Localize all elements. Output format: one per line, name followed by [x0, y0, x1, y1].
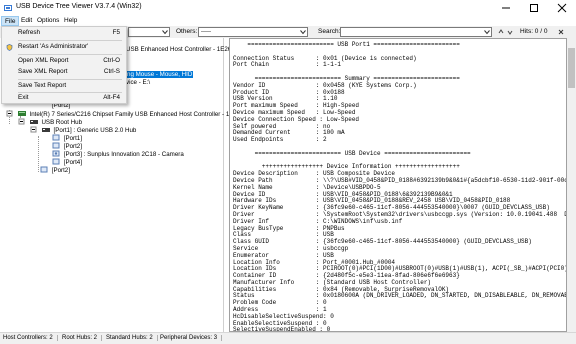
status-bar: Host Controllers: 2 Root Hubs: 2 Standar… — [0, 332, 576, 344]
menu-file[interactable]: File — [1, 16, 20, 26]
status-host-controllers: Host Controllers: 2 — [3, 335, 58, 341]
others-combo[interactable]: ----- — [198, 27, 308, 37]
menu-item-shortcut: F5 — [112, 29, 120, 36]
tree-port2-bottom[interactable]: [Port2] — [40, 166, 70, 174]
expand-icon[interactable] — [6, 110, 14, 117]
menu-item-exit[interactable]: Exit Alt-F4 — [2, 93, 126, 103]
menu-item-refresh[interactable]: Refresh F5 — [2, 28, 126, 38]
port-icon — [40, 166, 48, 173]
hub-icon — [29, 120, 38, 124]
window-title: USB Device Tree Viewer V3.7.4 (Win32) — [16, 3, 142, 10]
tree-label: USB Root Hub — [41, 119, 83, 126]
menu-item-save-xml[interactable]: Save XML Report Ctrl-S — [2, 67, 126, 77]
menu-edit[interactable]: Edit — [18, 16, 35, 26]
chevron-down-icon — [300, 30, 306, 35]
menu-item-shortcut: Ctrl-O — [103, 57, 120, 64]
search-label: Search: — [318, 28, 341, 35]
chevron-down-icon — [162, 30, 168, 35]
menu-help[interactable]: Help — [61, 16, 80, 26]
camera-device-icon — [52, 150, 60, 157]
menu-options[interactable]: Options — [34, 16, 62, 26]
tree-label: [Port4] — [63, 159, 82, 166]
tree-host-controller-2[interactable]: Intel(R) 7 Series/C216 Chipset Family US… — [6, 110, 241, 118]
expand-icon[interactable] — [30, 126, 38, 133]
tree-hub-port3-camera[interactable]: [Port3] : Sunplus Innovation 2C18 - Came… — [52, 150, 184, 158]
maximize-icon — [530, 4, 538, 12]
tree-hub-port4[interactable]: [Port4] — [52, 158, 82, 166]
chevron-down-icon — [484, 30, 490, 35]
device-details-panel[interactable]: ======================== USB Port1 =====… — [229, 38, 567, 332]
others-value: ----- — [201, 29, 211, 35]
menu-item-label: Exit — [18, 94, 29, 101]
tree-label: [Port3] : Sunplus Innovation 2C18 - Came… — [63, 151, 184, 158]
maximize-button[interactable] — [520, 0, 548, 16]
search-input[interactable] — [340, 27, 492, 37]
menu-item-save-text[interactable]: Save Text Report — [2, 81, 126, 91]
hits-counter: Hits: 0 / 0 — [520, 28, 548, 35]
tree-item-mass-storage[interactable]: vice - E:\ — [126, 79, 150, 87]
tree-label: ng Mouse - Mouse, HID — [126, 71, 194, 78]
menu-item-restart-admin[interactable]: Restart 'As Administrator' — [2, 42, 126, 52]
tree-label: [Port1] — [63, 135, 82, 142]
usb-app-icon — [4, 5, 12, 11]
minimize-button[interactable] — [492, 0, 520, 16]
close-search-icon[interactable] — [556, 27, 566, 37]
close-icon — [557, 3, 567, 13]
menu-item-label: Open XML Report — [18, 57, 69, 64]
tree-label: vice - E:\ — [126, 79, 151, 86]
status-root-hubs: Root Hubs: 2 — [62, 335, 103, 341]
tree-hub-port1[interactable]: [Port1] — [52, 134, 82, 142]
scrollbar-thumb[interactable] — [568, 48, 575, 88]
tree-label: [Port1] : Generic USB 2.0 Hub — [53, 127, 137, 134]
vertical-scrollbar[interactable] — [567, 38, 576, 332]
shield-icon — [6, 44, 13, 51]
tree-generic-hub[interactable]: [Port1] : Generic USB 2.0 Hub — [30, 126, 136, 134]
menu-item-open-xml[interactable]: Open XML Report Ctrl-O — [2, 56, 126, 66]
tree-label: USB Enhanced Host Controller - 1E26 — [126, 46, 232, 53]
tree-host-controller-1[interactable]: USB Enhanced Host Controller - 1E26 — [126, 46, 231, 54]
menu-item-shortcut: Alt-F4 — [103, 94, 120, 101]
port-icon — [52, 134, 60, 141]
tree-label: Intel(R) 7 Series/C216 Chipset Family US… — [29, 111, 242, 118]
menu-item-label: Save Text Report — [18, 82, 67, 89]
tree-root-hub[interactable]: USB Root Hub — [18, 118, 82, 126]
expand-icon[interactable] — [18, 118, 26, 125]
others-label: Others: — [176, 28, 198, 35]
tree-item-selected-mouse[interactable]: ng Mouse - Mouse, HID — [126, 71, 194, 79]
device-filter-combo[interactable] — [128, 27, 170, 37]
port-icon — [52, 142, 60, 149]
menu-item-label: Refresh — [18, 29, 41, 36]
device-details-text: ======================== USB Port1 =====… — [233, 41, 567, 332]
tree-hub-port2[interactable]: [Port2] — [52, 142, 82, 150]
tree-label: [Port2] — [63, 143, 82, 150]
controller-icon — [17, 111, 26, 116]
close-button[interactable] — [548, 0, 576, 16]
minimize-icon — [502, 7, 510, 9]
menu-item-label: Restart 'As Administrator' — [18, 43, 89, 50]
menu-bar: File Edit Options Help — [0, 16, 576, 26]
status-standard-hubs: Standard Hubs: 2 — [106, 335, 158, 341]
port-icon — [52, 158, 60, 165]
menu-item-label: Save XML Report — [18, 68, 68, 75]
status-peripheral-devices: Peripheral Devices: 3 — [160, 335, 223, 341]
hub-icon — [41, 128, 50, 132]
search-next-icon[interactable] — [505, 27, 515, 37]
tree-label: [Port2] — [51, 167, 70, 174]
menu-item-shortcut: Ctrl-S — [103, 68, 120, 75]
file-menu-dropdown: Refresh F5 Restart 'As Administrator' Op… — [1, 26, 127, 104]
title-bar: USB Device Tree Viewer V3.7.4 (Win32) — [0, 0, 576, 16]
